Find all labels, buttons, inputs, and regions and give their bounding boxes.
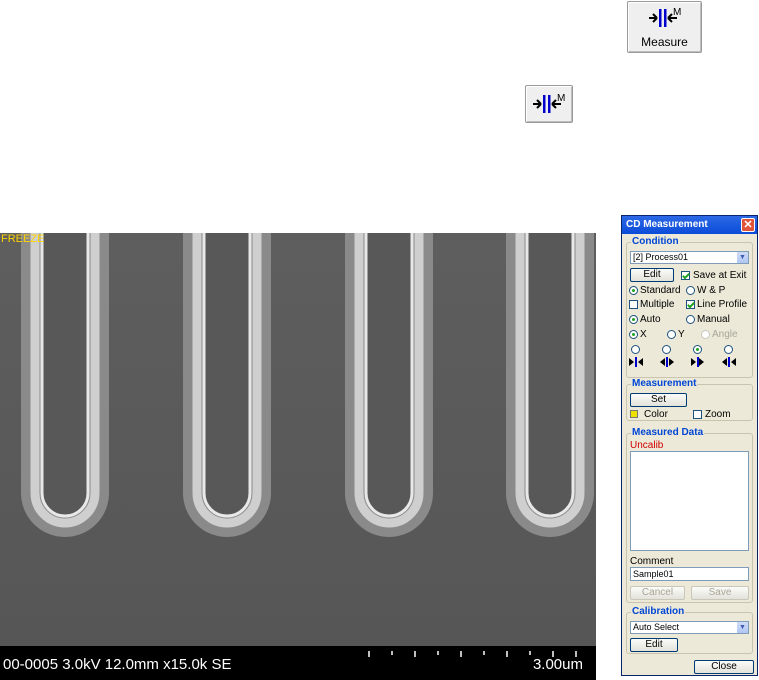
sem-micrograph xyxy=(0,233,596,646)
edge-out-out-icon xyxy=(660,357,674,367)
edge-mode-4-radio[interactable] xyxy=(724,345,733,354)
condition-group-title: Condition xyxy=(631,236,680,248)
calibration-status: Uncalib xyxy=(630,440,664,451)
angle-label: Angle xyxy=(712,329,738,340)
freeze-status: FREEZE xyxy=(1,233,45,245)
close-button[interactable]: Close xyxy=(694,660,754,674)
svg-text:M: M xyxy=(673,7,681,18)
condition-select[interactable]: [2] Process01 ▼ xyxy=(630,251,749,264)
chevron-down-icon[interactable]: ▼ xyxy=(736,622,748,633)
auto-label: Auto xyxy=(640,314,661,325)
measure-icon-button[interactable]: M xyxy=(525,85,573,123)
comment-input[interactable]: Sample01 xyxy=(630,567,749,581)
condition-edit-button[interactable]: Edit xyxy=(630,268,674,282)
auto-radio[interactable] xyxy=(629,315,638,324)
edge-right-icon xyxy=(691,357,704,367)
edge-mode-1-radio[interactable] xyxy=(631,345,640,354)
standard-label: Standard xyxy=(640,285,681,296)
multiple-checkbox[interactable] xyxy=(629,300,638,309)
edge-in-in-icon xyxy=(629,357,643,367)
measured-data-group: Measured Data Uncalib Comment Sample01 C… xyxy=(626,427,753,603)
sem-info-text: 00-0005 3.0kV 12.0mm x15.0k SE xyxy=(3,656,232,673)
y-label: Y xyxy=(678,329,685,340)
standard-radio[interactable] xyxy=(629,286,638,295)
calibration-select[interactable]: Auto Select ▼ xyxy=(630,621,749,634)
manual-label: Manual xyxy=(697,314,730,325)
calibration-edit-button[interactable]: Edit xyxy=(630,638,678,652)
zoom-checkbox[interactable] xyxy=(693,410,702,419)
save-at-exit-checkbox[interactable] xyxy=(681,271,690,280)
edge-mode-2-radio[interactable] xyxy=(662,345,671,354)
save-at-exit-label: Save at Exit xyxy=(693,270,747,281)
line-profile-label: Line Profile xyxy=(697,299,748,310)
cancel-button[interactable]: Cancel xyxy=(630,586,685,600)
multiple-label: Multiple xyxy=(640,299,675,310)
dialog-title-bar[interactable]: CD Measurement ✕ xyxy=(622,216,757,234)
wp-label: W & P xyxy=(697,285,726,296)
x-label: X xyxy=(640,329,647,340)
manual-radio[interactable] xyxy=(686,315,695,324)
measure-button-label: Measure xyxy=(641,35,688,49)
measured-data-list[interactable] xyxy=(630,451,749,551)
close-icon[interactable]: ✕ xyxy=(741,218,755,232)
edge-left-icon xyxy=(722,357,736,367)
measured-data-group-title: Measured Data xyxy=(631,427,705,439)
measure-icon: M xyxy=(533,93,565,113)
edge-mode-3-radio[interactable] xyxy=(693,345,702,354)
calibration-group-title: Calibration xyxy=(631,606,686,618)
zoom-label: Zoom xyxy=(705,409,731,420)
x-radio[interactable] xyxy=(629,330,638,339)
y-radio[interactable] xyxy=(667,330,676,339)
cd-measurement-dialog: CD Measurement ✕ Condition [2] Process01… xyxy=(621,215,758,676)
angle-radio[interactable] xyxy=(701,330,710,339)
sem-image-panel[interactable]: FREEZE 00-0005 3.0kV 12.0mm x15.0k SE 3.… xyxy=(0,233,596,680)
condition-group: Condition [2] Process01 ▼ Edit Save at E… xyxy=(626,236,753,378)
line-profile-checkbox[interactable] xyxy=(686,300,695,309)
measurement-group: Measurement Set Color Zoom xyxy=(626,378,753,421)
svg-text:M: M xyxy=(557,93,565,104)
color-label: Color xyxy=(644,409,668,420)
save-button[interactable]: Save xyxy=(691,586,749,600)
color-swatch[interactable] xyxy=(630,410,638,418)
set-button[interactable]: Set xyxy=(630,393,687,407)
wp-radio[interactable] xyxy=(686,286,695,295)
dialog-title: CD Measurement xyxy=(626,219,708,230)
measure-toolbar-button[interactable]: M Measure xyxy=(627,1,702,53)
chevron-down-icon[interactable]: ▼ xyxy=(736,252,748,263)
measurement-group-title: Measurement xyxy=(631,378,698,390)
comment-label: Comment xyxy=(630,556,674,567)
scale-label: 3.00um xyxy=(532,656,583,673)
measure-icon: M xyxy=(649,7,681,27)
calibration-group: Calibration Auto Select ▼ Edit xyxy=(626,606,753,654)
